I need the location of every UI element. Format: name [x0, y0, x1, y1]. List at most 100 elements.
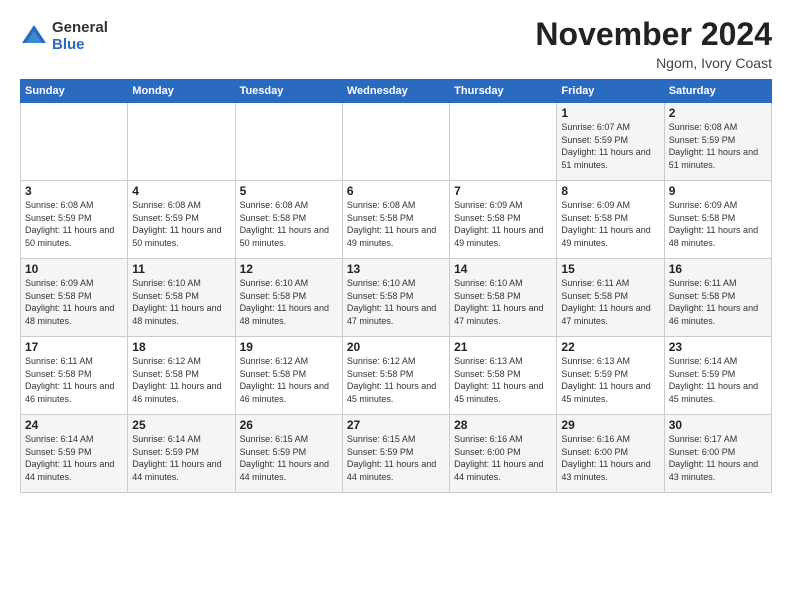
- day-number: 2: [669, 106, 767, 120]
- cell-info: Sunrise: 6:08 AM Sunset: 5:59 PM Dayligh…: [25, 199, 123, 249]
- day-number: 30: [669, 418, 767, 432]
- day-number: 18: [132, 340, 230, 354]
- week-row-3: 10Sunrise: 6:09 AM Sunset: 5:58 PM Dayli…: [21, 259, 772, 337]
- logo-general: General: [52, 20, 108, 37]
- header-cell-thursday: Thursday: [450, 80, 557, 103]
- day-number: 26: [240, 418, 338, 432]
- day-number: 17: [25, 340, 123, 354]
- logo-text: General Blue: [52, 20, 108, 53]
- header-cell-sunday: Sunday: [21, 80, 128, 103]
- day-number: 22: [561, 340, 659, 354]
- location: Ngom, Ivory Coast: [535, 55, 772, 71]
- cell-info: Sunrise: 6:09 AM Sunset: 5:58 PM Dayligh…: [561, 199, 659, 249]
- calendar-cell: 16Sunrise: 6:11 AM Sunset: 5:58 PM Dayli…: [664, 259, 771, 337]
- day-number: 15: [561, 262, 659, 276]
- calendar-cell: 25Sunrise: 6:14 AM Sunset: 5:59 PM Dayli…: [128, 415, 235, 493]
- calendar-cell: 13Sunrise: 6:10 AM Sunset: 5:58 PM Dayli…: [342, 259, 449, 337]
- cell-info: Sunrise: 6:13 AM Sunset: 5:59 PM Dayligh…: [561, 355, 659, 405]
- cell-info: Sunrise: 6:10 AM Sunset: 5:58 PM Dayligh…: [454, 277, 552, 327]
- calendar-table: SundayMondayTuesdayWednesdayThursdayFrid…: [20, 79, 772, 493]
- cell-info: Sunrise: 6:08 AM Sunset: 5:58 PM Dayligh…: [347, 199, 445, 249]
- calendar-cell: 1Sunrise: 6:07 AM Sunset: 5:59 PM Daylig…: [557, 103, 664, 181]
- day-number: 24: [25, 418, 123, 432]
- cell-info: Sunrise: 6:10 AM Sunset: 5:58 PM Dayligh…: [347, 277, 445, 327]
- week-row-1: 1Sunrise: 6:07 AM Sunset: 5:59 PM Daylig…: [21, 103, 772, 181]
- calendar-cell: 22Sunrise: 6:13 AM Sunset: 5:59 PM Dayli…: [557, 337, 664, 415]
- title-block: November 2024 Ngom, Ivory Coast: [535, 16, 772, 71]
- cell-info: Sunrise: 6:13 AM Sunset: 5:58 PM Dayligh…: [454, 355, 552, 405]
- header-cell-monday: Monday: [128, 80, 235, 103]
- calendar-cell: [342, 103, 449, 181]
- calendar-cell: 15Sunrise: 6:11 AM Sunset: 5:58 PM Dayli…: [557, 259, 664, 337]
- day-number: 7: [454, 184, 552, 198]
- day-number: 9: [669, 184, 767, 198]
- week-row-2: 3Sunrise: 6:08 AM Sunset: 5:59 PM Daylig…: [21, 181, 772, 259]
- cell-info: Sunrise: 6:09 AM Sunset: 5:58 PM Dayligh…: [25, 277, 123, 327]
- calendar-cell: 27Sunrise: 6:15 AM Sunset: 5:59 PM Dayli…: [342, 415, 449, 493]
- header-cell-wednesday: Wednesday: [342, 80, 449, 103]
- calendar-cell: [21, 103, 128, 181]
- day-number: 5: [240, 184, 338, 198]
- calendar-cell: [450, 103, 557, 181]
- day-number: 21: [454, 340, 552, 354]
- cell-info: Sunrise: 6:14 AM Sunset: 5:59 PM Dayligh…: [25, 433, 123, 483]
- calendar-cell: 10Sunrise: 6:09 AM Sunset: 5:58 PM Dayli…: [21, 259, 128, 337]
- cell-info: Sunrise: 6:17 AM Sunset: 6:00 PM Dayligh…: [669, 433, 767, 483]
- cell-info: Sunrise: 6:10 AM Sunset: 5:58 PM Dayligh…: [132, 277, 230, 327]
- calendar-cell: [235, 103, 342, 181]
- calendar-cell: 5Sunrise: 6:08 AM Sunset: 5:58 PM Daylig…: [235, 181, 342, 259]
- calendar-cell: 3Sunrise: 6:08 AM Sunset: 5:59 PM Daylig…: [21, 181, 128, 259]
- cell-info: Sunrise: 6:12 AM Sunset: 5:58 PM Dayligh…: [240, 355, 338, 405]
- calendar-cell: 14Sunrise: 6:10 AM Sunset: 5:58 PM Dayli…: [450, 259, 557, 337]
- logo-icon: [20, 23, 48, 51]
- day-number: 14: [454, 262, 552, 276]
- calendar-cell: 30Sunrise: 6:17 AM Sunset: 6:00 PM Dayli…: [664, 415, 771, 493]
- cell-info: Sunrise: 6:15 AM Sunset: 5:59 PM Dayligh…: [347, 433, 445, 483]
- day-number: 11: [132, 262, 230, 276]
- cell-info: Sunrise: 6:08 AM Sunset: 5:58 PM Dayligh…: [240, 199, 338, 249]
- calendar-header: SundayMondayTuesdayWednesdayThursdayFrid…: [21, 80, 772, 103]
- week-row-5: 24Sunrise: 6:14 AM Sunset: 5:59 PM Dayli…: [21, 415, 772, 493]
- calendar-cell: 20Sunrise: 6:12 AM Sunset: 5:58 PM Dayli…: [342, 337, 449, 415]
- calendar-cell: 28Sunrise: 6:16 AM Sunset: 6:00 PM Dayli…: [450, 415, 557, 493]
- header: General Blue November 2024 Ngom, Ivory C…: [20, 16, 772, 71]
- page: General Blue November 2024 Ngom, Ivory C…: [0, 0, 792, 612]
- day-number: 20: [347, 340, 445, 354]
- calendar-cell: 8Sunrise: 6:09 AM Sunset: 5:58 PM Daylig…: [557, 181, 664, 259]
- cell-info: Sunrise: 6:15 AM Sunset: 5:59 PM Dayligh…: [240, 433, 338, 483]
- cell-info: Sunrise: 6:11 AM Sunset: 5:58 PM Dayligh…: [669, 277, 767, 327]
- calendar-cell: 11Sunrise: 6:10 AM Sunset: 5:58 PM Dayli…: [128, 259, 235, 337]
- cell-info: Sunrise: 6:08 AM Sunset: 5:59 PM Dayligh…: [669, 121, 767, 171]
- day-number: 19: [240, 340, 338, 354]
- calendar-cell: 19Sunrise: 6:12 AM Sunset: 5:58 PM Dayli…: [235, 337, 342, 415]
- calendar-cell: 2Sunrise: 6:08 AM Sunset: 5:59 PM Daylig…: [664, 103, 771, 181]
- cell-info: Sunrise: 6:16 AM Sunset: 6:00 PM Dayligh…: [561, 433, 659, 483]
- header-cell-friday: Friday: [557, 80, 664, 103]
- day-number: 25: [132, 418, 230, 432]
- cell-info: Sunrise: 6:09 AM Sunset: 5:58 PM Dayligh…: [454, 199, 552, 249]
- day-number: 13: [347, 262, 445, 276]
- day-number: 23: [669, 340, 767, 354]
- calendar-cell: 24Sunrise: 6:14 AM Sunset: 5:59 PM Dayli…: [21, 415, 128, 493]
- header-row: SundayMondayTuesdayWednesdayThursdayFrid…: [21, 80, 772, 103]
- day-number: 6: [347, 184, 445, 198]
- cell-info: Sunrise: 6:11 AM Sunset: 5:58 PM Dayligh…: [25, 355, 123, 405]
- day-number: 1: [561, 106, 659, 120]
- calendar-cell: 9Sunrise: 6:09 AM Sunset: 5:58 PM Daylig…: [664, 181, 771, 259]
- calendar-cell: 4Sunrise: 6:08 AM Sunset: 5:59 PM Daylig…: [128, 181, 235, 259]
- cell-info: Sunrise: 6:12 AM Sunset: 5:58 PM Dayligh…: [347, 355, 445, 405]
- calendar-cell: 12Sunrise: 6:10 AM Sunset: 5:58 PM Dayli…: [235, 259, 342, 337]
- cell-info: Sunrise: 6:08 AM Sunset: 5:59 PM Dayligh…: [132, 199, 230, 249]
- header-cell-tuesday: Tuesday: [235, 80, 342, 103]
- day-number: 10: [25, 262, 123, 276]
- day-number: 28: [454, 418, 552, 432]
- calendar-cell: [128, 103, 235, 181]
- calendar-cell: 26Sunrise: 6:15 AM Sunset: 5:59 PM Dayli…: [235, 415, 342, 493]
- day-number: 4: [132, 184, 230, 198]
- day-number: 8: [561, 184, 659, 198]
- cell-info: Sunrise: 6:12 AM Sunset: 5:58 PM Dayligh…: [132, 355, 230, 405]
- calendar-cell: 6Sunrise: 6:08 AM Sunset: 5:58 PM Daylig…: [342, 181, 449, 259]
- calendar-cell: 21Sunrise: 6:13 AM Sunset: 5:58 PM Dayli…: [450, 337, 557, 415]
- cell-info: Sunrise: 6:11 AM Sunset: 5:58 PM Dayligh…: [561, 277, 659, 327]
- logo: General Blue: [20, 20, 108, 53]
